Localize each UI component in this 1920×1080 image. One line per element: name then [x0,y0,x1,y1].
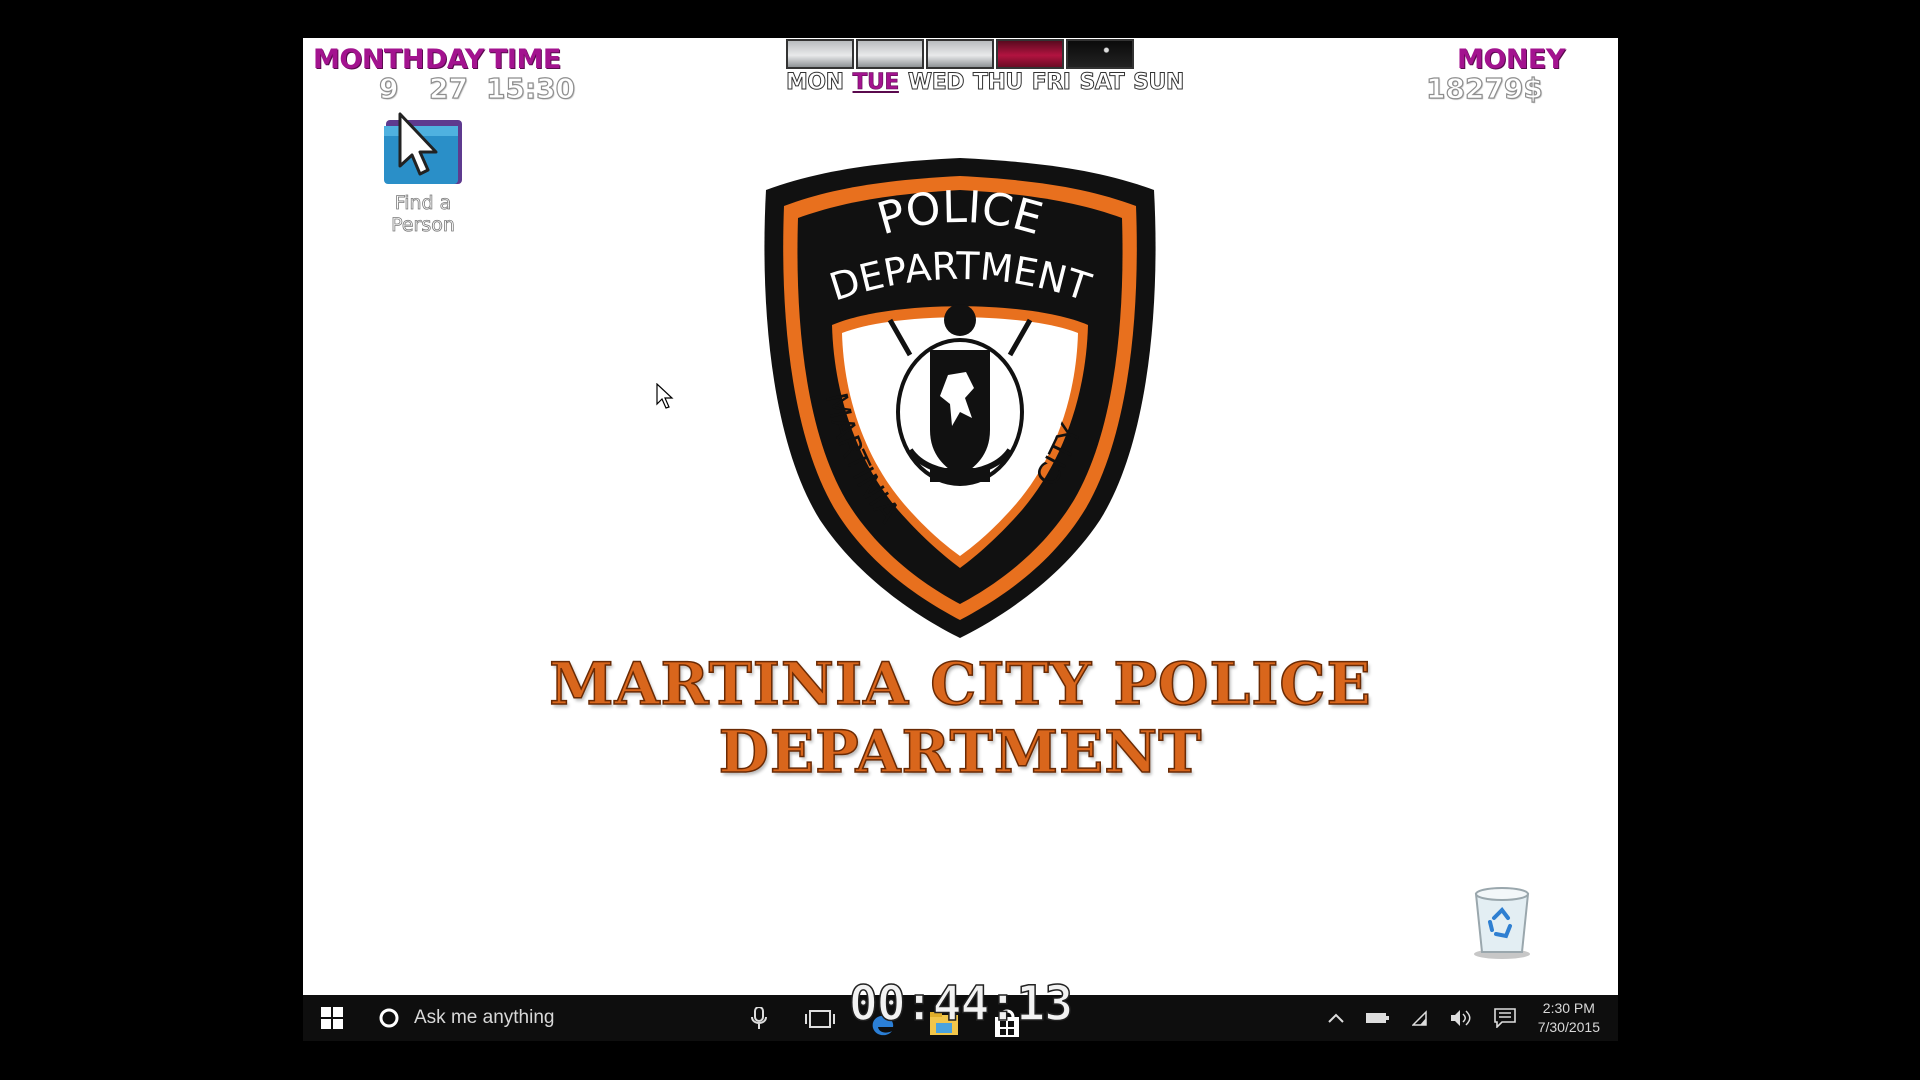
session-timer: 00:44:13 [848,975,1074,1033]
find-a-person-shortcut[interactable]: Find a Person [373,110,473,236]
day-wed: WED [907,70,965,96]
day-value: 27 [428,71,468,105]
day-sun: SUN [1133,70,1185,96]
night-icon [1066,39,1134,69]
recycle-bin-icon[interactable] [1468,884,1536,960]
find-person-icon [384,112,462,184]
month-value: 9 [378,71,399,105]
sunset-icon [996,39,1064,69]
weekday-strip: MON TUE WED THU FRI SAT SUN [786,70,1185,96]
cloudy-icon [786,39,854,69]
police-badge: POLICE DEPARTMENT MARTINIA CITY [764,158,1156,638]
cloudy-icon [856,39,924,69]
mouse-cursor-icon [656,383,674,409]
money-value: 18279$ [1425,71,1543,105]
day-label: DAY [425,44,484,75]
day-mon: MON [786,70,845,96]
day-tue: TUE [852,70,900,96]
month-label: MONTH [313,44,424,75]
weather-forecast [786,39,1134,69]
time-label: TIME [489,44,561,75]
day-sat: SAT [1079,70,1125,96]
cloudy-icon [926,39,994,69]
find-a-person-label: Find a Person [391,192,456,237]
day-thu: THU [972,70,1023,96]
money-label: MONEY [1457,44,1565,75]
time-value: 15:30 [485,71,576,105]
department-title: MARTINIA CITY POLICE DEPARTMENT [549,649,1372,787]
desktop: MONTH DAY TIME 9 27 15:30 MONEY 18279$ M… [303,38,1618,1041]
day-fri: FRI [1031,70,1071,96]
